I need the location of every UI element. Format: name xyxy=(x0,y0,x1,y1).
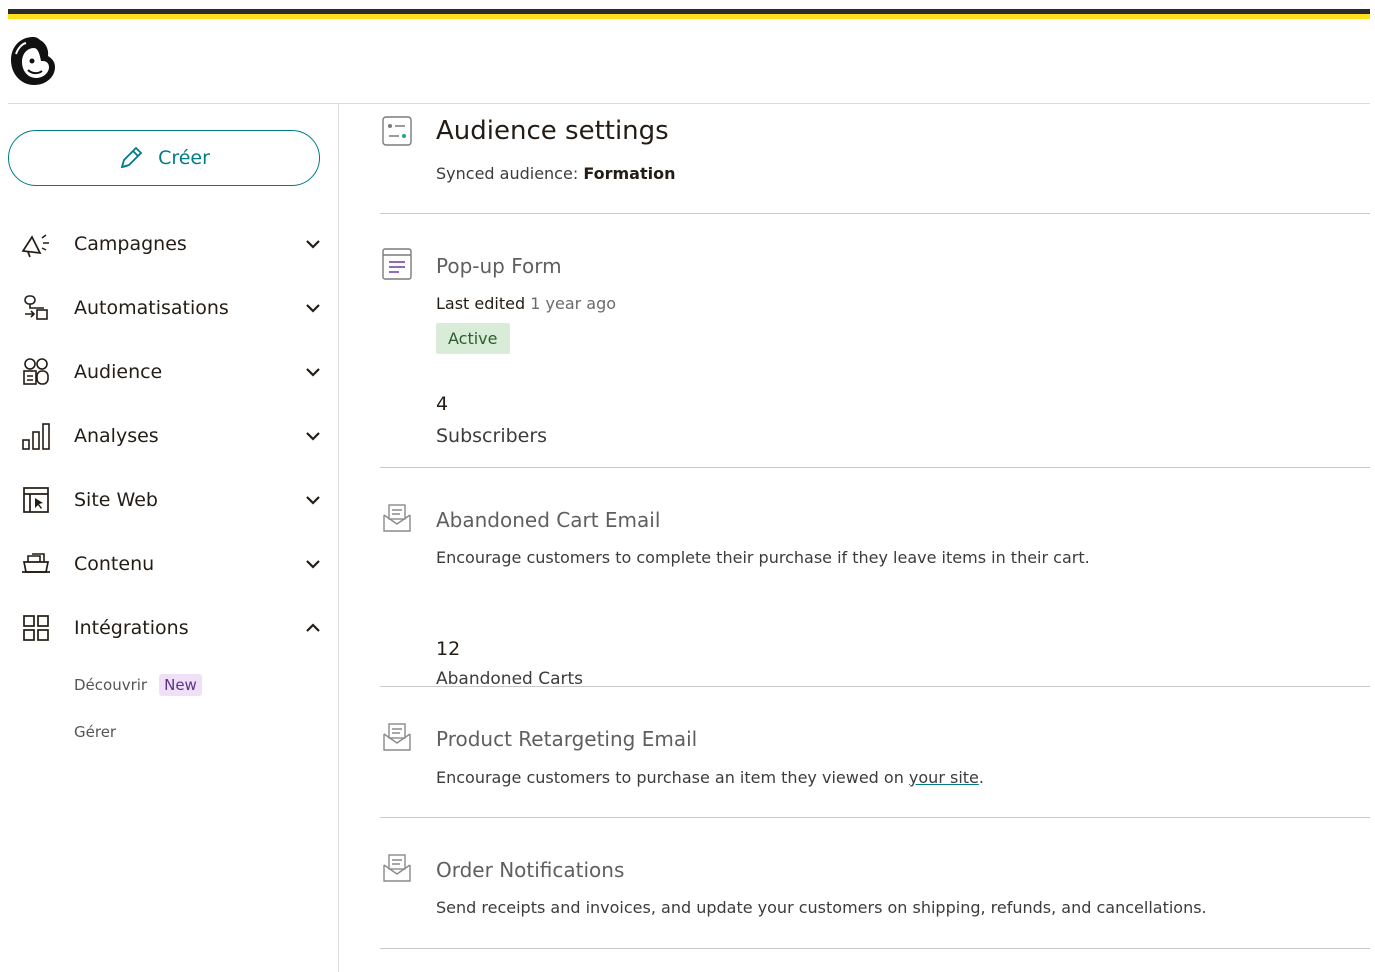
divider xyxy=(380,213,1370,214)
order-notifications-description: Send receipts and invoices, and update y… xyxy=(436,898,1207,917)
product-retargeting-suffix: . xyxy=(978,768,984,787)
subscribers-label: Subscribers xyxy=(436,425,548,447)
header-divider xyxy=(8,103,1370,104)
content-icon xyxy=(18,546,54,582)
page-title: Audience settings xyxy=(436,116,669,146)
sidebar-item-integrations[interactable]: Intégrations xyxy=(18,606,323,650)
sidebar-subitem-label: Gérer xyxy=(74,723,117,741)
synced-audience-prefix: Synced audience: xyxy=(436,164,579,183)
chevron-down-icon[interactable] xyxy=(303,234,323,254)
chevron-down-icon[interactable] xyxy=(303,362,323,382)
product-retargeting-description: Encourage customers to purchase an item … xyxy=(436,768,984,787)
divider xyxy=(380,686,1370,687)
sidebar-item-label: Site Web xyxy=(74,489,158,511)
chevron-down-icon[interactable] xyxy=(303,554,323,574)
your-site-link[interactable]: your site xyxy=(909,768,979,787)
sidebar-subitem-label: Découvrir xyxy=(74,676,148,694)
popup-form-title[interactable]: Pop-up Form xyxy=(436,254,562,278)
email-envelope-icon xyxy=(380,851,414,885)
settings-list-icon xyxy=(380,114,414,148)
sidebar-item-audience[interactable]: Audience xyxy=(18,350,323,394)
megaphone-icon xyxy=(18,226,54,262)
create-button[interactable]: Créer xyxy=(8,130,320,186)
bar-chart-icon xyxy=(18,418,54,454)
sidebar-item-label: Contenu xyxy=(74,553,155,575)
audience-icon xyxy=(18,354,54,390)
sidebar-item-label: Audience xyxy=(74,361,163,383)
pencil-icon xyxy=(120,146,143,169)
sidebar-item-label: Automatisations xyxy=(74,297,229,319)
abandoned-cart-title[interactable]: Abandoned Cart Email xyxy=(436,508,660,532)
automation-icon xyxy=(18,290,54,326)
new-badge: New xyxy=(159,674,202,696)
abandoned-carts-count: 12 xyxy=(436,638,461,660)
form-icon xyxy=(380,247,414,281)
synced-audience-text: Synced audience: Formation xyxy=(436,164,675,183)
sidebar-item-contenu[interactable]: Contenu xyxy=(18,542,323,586)
divider xyxy=(380,948,1370,949)
top-bar-accent xyxy=(8,14,1370,19)
grid-icon xyxy=(18,610,54,646)
divider xyxy=(380,817,1370,818)
sidebar-item-site-web[interactable]: Site Web xyxy=(18,478,323,522)
website-icon xyxy=(18,482,54,518)
sidebar-subitem-gerer[interactable]: Gérer xyxy=(74,723,116,741)
sidebar-item-label: Intégrations xyxy=(74,617,189,639)
last-edited-value: 1 year ago xyxy=(530,294,617,313)
status-badge: Active xyxy=(436,323,510,354)
chevron-up-icon[interactable] xyxy=(303,618,323,638)
sidebar-item-analyses[interactable]: Analyses xyxy=(18,414,323,458)
sidebar-item-label: Campagnes xyxy=(74,233,187,255)
last-edited-label: Last edited xyxy=(436,294,526,313)
synced-audience-value: Formation xyxy=(583,164,676,183)
chevron-down-icon[interactable] xyxy=(303,298,323,318)
freddie-logo-icon[interactable] xyxy=(8,34,58,88)
email-envelope-icon xyxy=(380,720,414,754)
sidebar-subitem-decouvrir[interactable]: Découvrir New xyxy=(74,674,202,696)
sidebar-item-label: Analyses xyxy=(74,425,159,447)
product-retargeting-text: Encourage customers to purchase an item … xyxy=(436,768,904,787)
sidebar-divider xyxy=(338,104,339,972)
sidebar-item-campagnes[interactable]: Campagnes xyxy=(18,222,323,266)
email-envelope-icon xyxy=(380,501,414,535)
chevron-down-icon[interactable] xyxy=(303,490,323,510)
divider xyxy=(380,467,1370,468)
create-button-label: Créer xyxy=(158,147,210,169)
order-notifications-title[interactable]: Order Notifications xyxy=(436,858,624,882)
chevron-down-icon[interactable] xyxy=(303,426,323,446)
last-edited-text: Last edited 1 year ago xyxy=(436,294,616,313)
sidebar-item-automatisations[interactable]: Automatisations xyxy=(18,286,323,330)
product-retargeting-title[interactable]: Product Retargeting Email xyxy=(436,727,697,751)
subscribers-count: 4 xyxy=(436,393,449,415)
abandoned-cart-description: Encourage customers to complete their pu… xyxy=(436,548,1090,567)
